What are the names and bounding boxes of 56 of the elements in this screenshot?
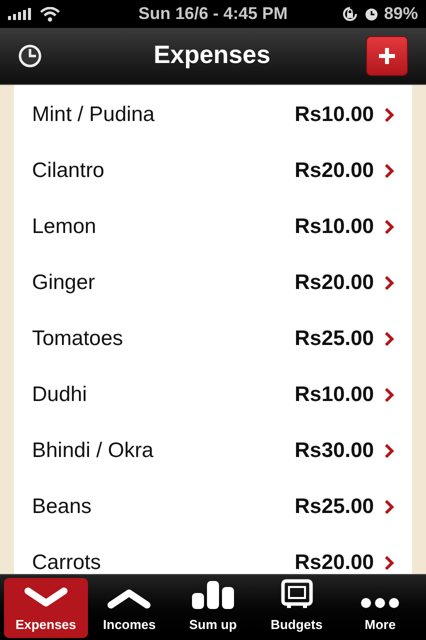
status-time: Sun 16/6 - 4:45 PM: [137, 3, 289, 26]
chevron-right-icon: [384, 331, 394, 347]
plus-icon: [377, 46, 397, 66]
expense-name: Cilantro: [32, 158, 106, 184]
expense-name: Ginger: [32, 270, 96, 296]
expense-amount: Rs25.00: [294, 326, 374, 352]
tab[interactable]: More: [338, 578, 422, 638]
expense-amount: Rs10.00: [294, 102, 374, 128]
screen-title: Expenses: [152, 40, 272, 72]
tab[interactable]: Sum up: [171, 578, 255, 638]
safe-icon: [280, 579, 313, 609]
tab[interactable]: Incomes: [88, 578, 172, 638]
signal-icon: [8, 8, 32, 20]
expense-row[interactable]: Carrots Rs20.00: [14, 535, 412, 574]
chevron-right-icon: [384, 443, 394, 459]
expense-name: Beans: [32, 494, 93, 520]
chevron-right-icon: [384, 107, 394, 123]
chevron-right-icon: [384, 555, 394, 571]
bar-chart-icon: [190, 581, 235, 609]
chevron-right-icon: [384, 219, 394, 235]
expense-amount: Rs30.00: [294, 438, 374, 464]
expense-amount: Rs20.00: [294, 158, 374, 184]
chevron-up-icon: [107, 587, 152, 609]
expense-name: Lemon: [32, 214, 98, 240]
expense-name: Bhindi / Okra: [32, 438, 154, 464]
expense-amount: Rs20.00: [294, 550, 374, 574]
wifi-icon: [40, 6, 60, 22]
expense-row[interactable]: Lemon Rs10.00: [14, 199, 412, 255]
expense-amount: Rs20.00: [294, 270, 374, 296]
expense-row[interactable]: Mint / Pudina Rs10.00: [14, 87, 412, 143]
add-button[interactable]: [366, 36, 408, 76]
expense-name: Dudhi: [32, 382, 88, 408]
chevron-right-icon: [384, 163, 394, 179]
rotation-lock-icon: [340, 5, 359, 23]
expense-row[interactable]: Cilantro Rs20.00: [14, 143, 412, 199]
chevron-down-icon: [24, 587, 68, 609]
expense-amount: Rs10.00: [294, 214, 374, 240]
battery-percentage: 89%: [384, 3, 418, 26]
clock-icon: [18, 44, 42, 68]
expense-name: Tomatoes: [32, 326, 124, 352]
chevron-right-icon: [384, 387, 394, 403]
tab[interactable]: Budgets: [254, 578, 338, 638]
expense-amount: Rs25.00: [294, 494, 374, 520]
expense-name: Carrots: [32, 550, 102, 574]
tab[interactable]: Expenses: [4, 578, 88, 638]
expense-row[interactable]: Tomatoes Rs25.00: [14, 311, 412, 367]
chevron-right-icon: [384, 275, 394, 291]
expense-row[interactable]: Dudhi Rs10.00: [14, 367, 412, 423]
expense-amount: Rs10.00: [294, 382, 374, 408]
chevron-right-icon: [384, 499, 394, 515]
alarm-icon: [364, 8, 378, 20]
more-icon: [360, 597, 400, 609]
expense-name: Mint / Pudina: [32, 102, 156, 128]
expense-row[interactable]: Bhindi / Okra Rs30.00: [14, 423, 412, 479]
expense-row[interactable]: Beans Rs25.00: [14, 479, 412, 535]
expense-row[interactable]: Ginger Rs20.00: [14, 255, 412, 311]
